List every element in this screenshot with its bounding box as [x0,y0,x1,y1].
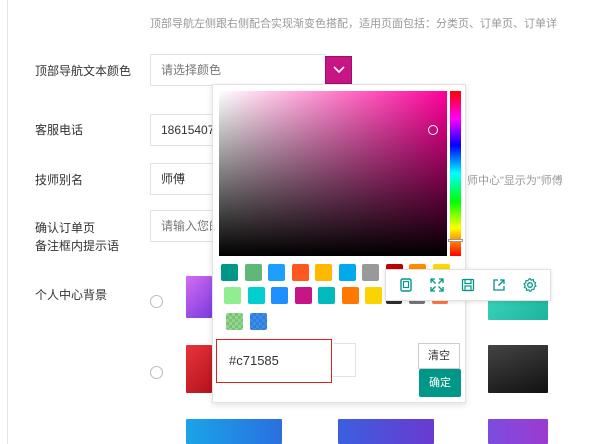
order-note-label-2: 备注框内提示语 [35,239,120,253]
confirm-button[interactable]: 确定 [419,369,461,397]
bg-thumb-indigo[interactable] [338,419,434,444]
hue-slider[interactable] [450,91,461,256]
order-note-label-1: 确认订单页 [35,221,96,235]
color-swatch[interactable] [271,287,288,304]
swatch-green-alpha[interactable] [226,313,243,330]
color-dropdown-button[interactable] [325,56,352,84]
save-icon[interactable] [457,274,479,296]
bg-thumb-violet[interactable] [488,419,548,444]
color-swatch[interactable] [362,264,379,281]
profile-bg-label: 个人中心背景 [35,288,108,302]
color-swatch[interactable] [247,287,265,304]
hex-color-input[interactable]: #c71585 [216,339,332,383]
hue-slider-handle[interactable] [448,239,463,242]
profile-bg-radio-2[interactable] [150,366,163,379]
color-swatch[interactable] [224,287,241,304]
color-swatch[interactable] [365,287,382,304]
bg-thumb-teal[interactable] [488,300,548,320]
left-divider [7,0,8,444]
nav-text-color-label: 顶部导航文本颜色 [35,64,132,78]
bg-thumb-blue[interactable] [186,419,282,444]
bg-thumb-dark[interactable] [488,345,548,393]
tech-alias-label: 技师别名 [35,173,84,187]
swatch-blue-alpha[interactable] [250,313,267,330]
tech-alias-input[interactable]: 师傅 [150,163,213,195]
tech-alias-hint: 师中心"显示为"师傅 [467,175,563,187]
hex-input-extension [333,343,356,377]
service-phone-label: 客服电话 [35,123,84,137]
service-phone-input[interactable]: 186154073 [150,114,213,146]
bg-thumb-red[interactable] [186,345,212,393]
share-icon[interactable] [488,274,510,296]
bg-thumb-purple[interactable] [186,276,212,318]
color-swatch[interactable] [318,287,335,304]
color-swatch[interactable] [291,264,309,281]
color-swatch[interactable] [294,287,312,304]
color-swatch[interactable] [244,264,262,281]
saturation-value-area[interactable] [219,91,447,256]
saturation-cursor[interactable] [428,125,438,135]
clear-button[interactable]: 清空 [418,343,460,369]
floating-toolbar [385,269,551,301]
expand-icon[interactable] [426,274,448,296]
copy-icon[interactable] [395,274,417,296]
order-note-input[interactable]: 请输入您的 [150,210,213,242]
color-swatch[interactable] [341,287,359,304]
color-swatch[interactable] [268,264,285,281]
gradient-hint-text: 顶部导航左侧跟右侧配合实现渐变色搭配，适用页面包括：分类页、订单页、订单详 [150,18,557,30]
color-swatch[interactable] [338,264,356,281]
settings-icon[interactable] [519,274,541,296]
nav-text-color-input[interactable]: 请选择颜色 [150,54,326,86]
color-swatch[interactable] [315,264,332,281]
color-swatch[interactable] [221,264,238,281]
profile-bg-radio-1[interactable] [150,295,163,308]
chevron-down-icon [332,66,345,74]
